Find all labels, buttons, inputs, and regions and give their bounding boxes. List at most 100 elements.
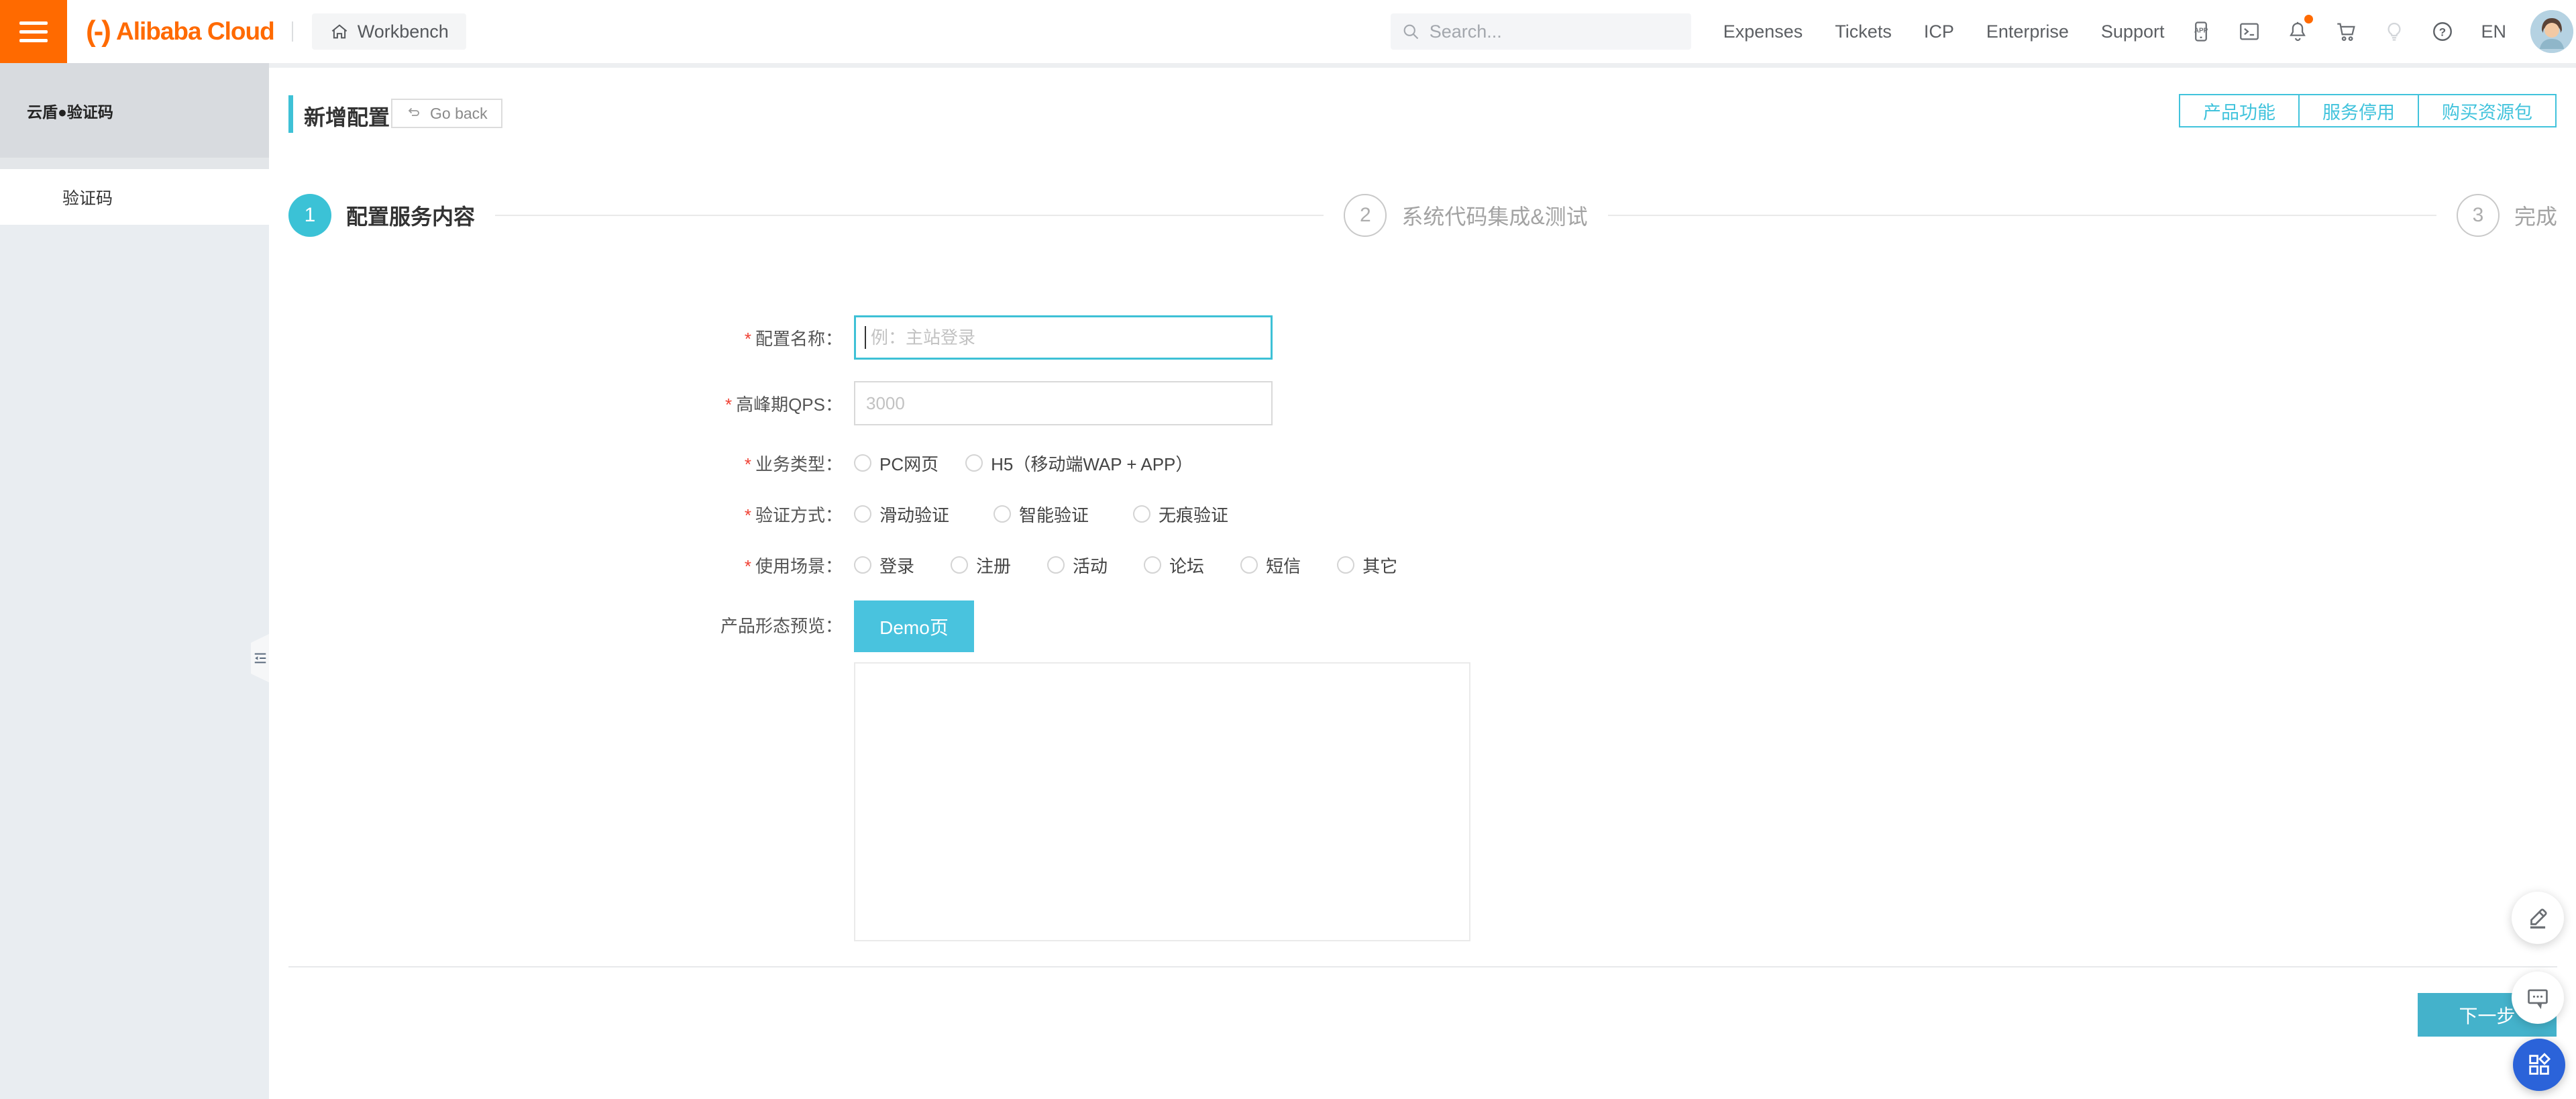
radio-business-pc-web[interactable]: PC网页 bbox=[854, 451, 938, 476]
chat-icon bbox=[2528, 989, 2548, 1009]
service-disable-button[interactable]: 服务停用 bbox=[2300, 94, 2419, 127]
bottom-divider bbox=[288, 966, 2557, 967]
radio-verify-traceless[interactable]: 无痕验证 bbox=[1133, 502, 1228, 527]
pencil-icon bbox=[2530, 908, 2547, 929]
step-3-badge: 3 bbox=[2457, 194, 2500, 237]
peak-qps-input[interactable] bbox=[854, 381, 1273, 425]
config-name-label: 配置名称： bbox=[755, 328, 843, 349]
buy-resource-pack-button[interactable]: 购买资源包 bbox=[2419, 94, 2557, 127]
radio-circle bbox=[1144, 556, 1162, 574]
radio-scene-activity[interactable]: 活动 bbox=[1047, 553, 1108, 578]
header-action-buttons: 产品功能 服务停用 购买资源包 bbox=[2179, 94, 2557, 127]
usage-scene-row: * 使用场景： 登录 注册 活动 论坛 短信 其它 bbox=[288, 552, 2556, 578]
radio-scene-sms[interactable]: 短信 bbox=[1240, 553, 1301, 578]
preview-row: 产品形态预览： Demo页 bbox=[288, 600, 2556, 652]
quick-entry-fab[interactable] bbox=[2513, 1039, 2565, 1091]
step-1-label: 配置服务内容 bbox=[346, 205, 476, 229]
radio-circle bbox=[951, 556, 969, 574]
avatar[interactable] bbox=[2530, 10, 2573, 53]
required-asterisk: * bbox=[724, 394, 733, 415]
nav-link-support[interactable]: Support bbox=[2101, 21, 2165, 42]
step-1: 1 配置服务内容 bbox=[288, 194, 475, 237]
text-caret bbox=[865, 326, 866, 349]
svg-text:APP: APP bbox=[2194, 27, 2208, 34]
preview-label: 产品形态预览： bbox=[720, 616, 843, 636]
radio-label: 其它 bbox=[1362, 556, 1398, 576]
required-asterisk: * bbox=[744, 505, 751, 525]
step-connector-2 bbox=[1607, 215, 2436, 216]
nav-link-enterprise[interactable]: Enterprise bbox=[1986, 21, 2069, 42]
sidebar-strip bbox=[0, 158, 269, 169]
step-3: 3 完成 bbox=[2457, 194, 2557, 237]
radio-scene-login[interactable]: 登录 bbox=[854, 553, 914, 578]
go-back-button[interactable]: Go back bbox=[391, 99, 502, 128]
step-indicator: 1 配置服务内容 2 系统代码集成&测试 3 完成 bbox=[288, 194, 2557, 237]
demo-page-button[interactable]: Demo页 bbox=[854, 600, 974, 652]
radio-label: 注册 bbox=[976, 556, 1012, 576]
radio-scene-forum[interactable]: 论坛 bbox=[1144, 553, 1204, 578]
config-name-row: * 配置名称： bbox=[288, 315, 2556, 360]
help-icon[interactable]: ? bbox=[2431, 20, 2454, 43]
radio-label: 智能验证 bbox=[1019, 505, 1089, 525]
radio-business-h5[interactable]: H5（移动端WAP + APP） bbox=[965, 451, 1193, 476]
radio-label: PC网页 bbox=[879, 454, 939, 474]
nav-link-tickets[interactable]: Tickets bbox=[1835, 21, 1892, 42]
sidebar-product-title: 云盾●验证码 bbox=[0, 63, 269, 158]
verify-method-row: * 验证方式： 滑动验证 智能验证 无痕验证 bbox=[288, 501, 2556, 527]
sidebar-body bbox=[0, 225, 269, 1099]
feedback-pencil-fab[interactable] bbox=[2512, 892, 2564, 944]
required-asterisk: * bbox=[744, 556, 751, 576]
alibaba-cloud-logo-text: Alibaba Cloud bbox=[115, 17, 275, 45]
main-content: 新增配置 Go back 产品功能 服务停用 购买资源包 1 配置服务内容 2 … bbox=[269, 63, 2576, 1099]
app-download-icon[interactable]: APP bbox=[2190, 20, 2212, 43]
config-form: *配置名称： *高峰期QPS： *业务类型： PC网页 H5（移动端WAP + … bbox=[288, 315, 2556, 941]
usage-scene-label: 使用场景： bbox=[755, 556, 843, 576]
title-accent-bar bbox=[288, 95, 293, 133]
navbar-divider bbox=[291, 21, 293, 42]
radio-scene-register[interactable]: 注册 bbox=[951, 553, 1011, 578]
radio-circle bbox=[854, 454, 871, 472]
alibaba-cloud-logo[interactable]: (-) Alibaba Cloud bbox=[86, 15, 275, 48]
terminal-icon[interactable] bbox=[2238, 20, 2261, 43]
radio-label: H5（移动端WAP + APP） bbox=[991, 454, 1193, 474]
cart-icon[interactable] bbox=[2334, 20, 2357, 43]
radio-circle bbox=[1133, 505, 1151, 523]
search-input[interactable] bbox=[1429, 21, 1680, 42]
required-asterisk: * bbox=[744, 328, 751, 349]
page-title: 新增配置 bbox=[304, 105, 390, 129]
product-features-button[interactable]: 产品功能 bbox=[2179, 94, 2300, 127]
workbench-label: Workbench bbox=[357, 21, 449, 42]
content-top-strip bbox=[269, 63, 2576, 68]
alibaba-cloud-logo-icon: (-) bbox=[86, 15, 111, 48]
bell-icon[interactable] bbox=[2286, 15, 2314, 43]
chat-support-fab[interactable] bbox=[2512, 972, 2564, 1024]
radio-circle bbox=[1240, 556, 1258, 574]
step-1-badge: 1 bbox=[288, 194, 331, 237]
return-arrow-icon bbox=[408, 107, 419, 116]
nav-link-icp[interactable]: ICP bbox=[1924, 21, 1954, 42]
radio-label: 论坛 bbox=[1169, 556, 1205, 576]
bulb-icon[interactable] bbox=[2383, 20, 2406, 43]
sidebar-collapse-handle[interactable] bbox=[251, 634, 269, 682]
business-type-label: 业务类型： bbox=[755, 454, 843, 474]
radio-verify-slide[interactable]: 滑动验证 bbox=[854, 502, 949, 527]
radio-label: 活动 bbox=[1073, 556, 1108, 576]
nav-link-expenses[interactable]: Expenses bbox=[1723, 21, 1803, 42]
language-selector[interactable]: EN bbox=[2481, 21, 2506, 42]
peak-qps-label: 高峰期QPS： bbox=[736, 394, 843, 415]
required-asterisk: * bbox=[744, 454, 751, 474]
sidebar-item-captcha[interactable]: 验证码 bbox=[0, 169, 269, 225]
radio-label: 登录 bbox=[879, 556, 915, 576]
radio-label: 无痕验证 bbox=[1159, 505, 1229, 525]
svg-text:?: ? bbox=[2439, 25, 2446, 38]
hamburger-menu-button[interactable] bbox=[0, 0, 67, 63]
top-navbar: (-) Alibaba Cloud Workbench Expenses Tic… bbox=[0, 0, 2576, 63]
search-icon bbox=[1403, 24, 1418, 40]
radio-verify-smart[interactable]: 智能验证 bbox=[994, 502, 1089, 527]
workbench-button[interactable]: Workbench bbox=[311, 13, 466, 50]
step-3-label: 完成 bbox=[2514, 205, 2558, 229]
radio-scene-other[interactable]: 其它 bbox=[1337, 553, 1397, 578]
radio-circle bbox=[854, 556, 871, 574]
step-connector-1 bbox=[495, 215, 1324, 216]
config-name-input[interactable] bbox=[854, 315, 1273, 360]
